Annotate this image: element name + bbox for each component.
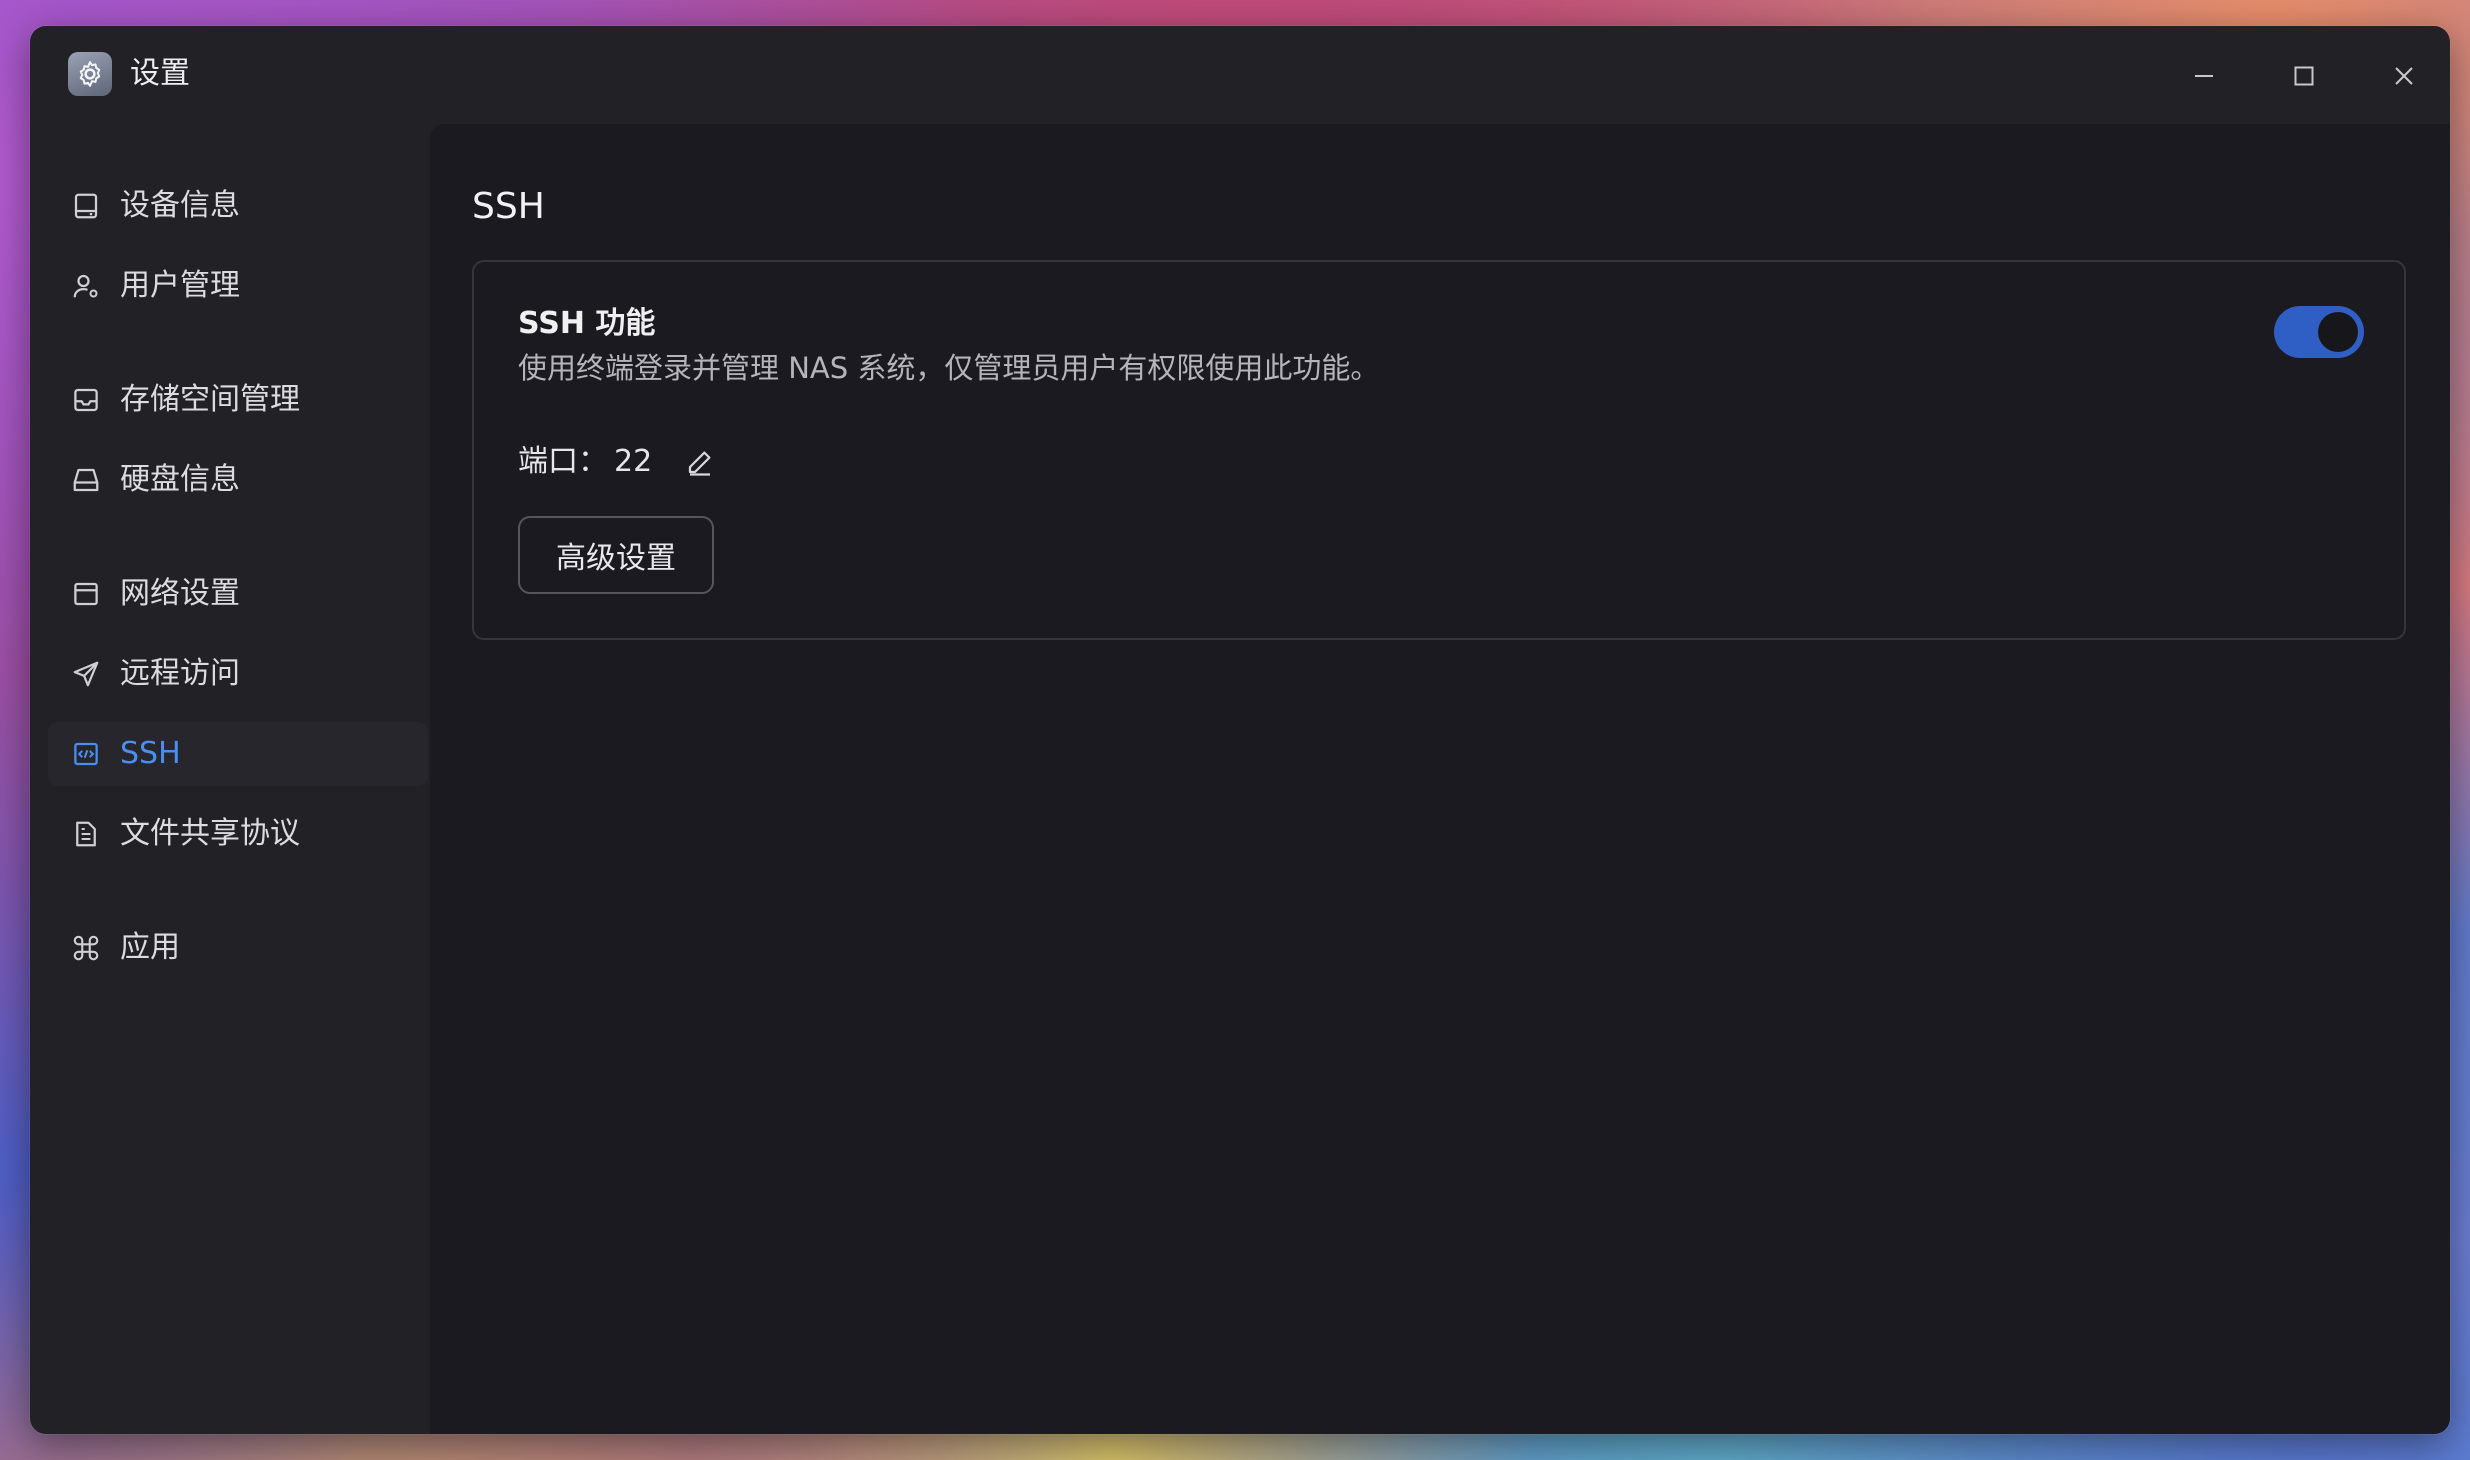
card-description: 使用终端登录并管理 NAS 系统，仅管理员用户有权限使用此功能。 xyxy=(518,351,1380,385)
sidebar-item-label: 远程访问 xyxy=(120,656,240,691)
sidebar-item-label: 网络设置 xyxy=(120,576,240,611)
title-bar: 设置 xyxy=(30,26,2450,124)
document-icon xyxy=(66,814,106,854)
sidebar-item-label: 设备信息 xyxy=(120,188,240,223)
window-icon xyxy=(66,574,106,614)
port-value: 22 xyxy=(614,444,653,479)
sidebar-item-device-info[interactable]: 设备信息 xyxy=(48,174,428,238)
card-title: SSH 功能 xyxy=(518,306,656,341)
port-row: 端口： 22 xyxy=(518,442,718,482)
close-button[interactable] xyxy=(2380,52,2428,100)
code-icon xyxy=(66,734,106,774)
drive-icon xyxy=(66,460,106,500)
ssh-toggle[interactable] xyxy=(2274,306,2364,358)
minimize-button[interactable] xyxy=(2180,52,2228,100)
main-content: SSH SSH 功能 使用终端登录并管理 NAS 系统，仅管理员用户有权限使用此… xyxy=(430,124,2450,1434)
edit-port-button[interactable] xyxy=(682,444,718,480)
gear-icon xyxy=(68,52,112,96)
command-icon xyxy=(66,928,106,968)
user-gear-icon xyxy=(66,266,106,306)
sidebar-item-network[interactable]: 网络设置 xyxy=(48,562,428,626)
ssh-settings-card: SSH 功能 使用终端登录并管理 NAS 系统，仅管理员用户有权限使用此功能。 … xyxy=(472,260,2406,640)
close-icon xyxy=(2395,67,2413,85)
sidebar-item-label: SSH xyxy=(120,736,181,771)
send-icon xyxy=(66,654,106,694)
settings-window: 设置 设备信息 用户管理 存储空间管理 硬盘信息 网络设置 远程访问 SSH 文… xyxy=(30,26,2450,1434)
sidebar-item-ssh[interactable]: SSH xyxy=(48,722,428,786)
pencil-icon xyxy=(689,451,711,476)
maximize-icon xyxy=(2294,66,2314,86)
sidebar-item-file-sharing[interactable]: 文件共享协议 xyxy=(48,802,428,866)
sidebar-item-disk-info[interactable]: 硬盘信息 xyxy=(48,448,428,512)
port-label: 端口： xyxy=(518,444,608,479)
sidebar-item-label: 硬盘信息 xyxy=(120,462,240,497)
minimize-icon xyxy=(2195,75,2213,77)
sidebar-item-label: 应用 xyxy=(120,930,180,965)
sidebar-item-apps[interactable]: 应用 xyxy=(48,916,428,980)
window-title: 设置 xyxy=(130,56,190,91)
sidebar-item-label: 存储空间管理 xyxy=(120,382,300,417)
sidebar-item-remote-access[interactable]: 远程访问 xyxy=(48,642,428,706)
toggle-knob xyxy=(2318,312,2358,352)
device-icon xyxy=(66,186,106,226)
maximize-button[interactable] xyxy=(2280,52,2328,100)
sidebar-item-label: 用户管理 xyxy=(120,268,240,303)
inbox-icon xyxy=(66,380,106,420)
sidebar-item-label: 文件共享协议 xyxy=(120,816,300,851)
advanced-settings-button[interactable]: 高级设置 xyxy=(518,516,714,594)
sidebar-item-storage[interactable]: 存储空间管理 xyxy=(48,368,428,432)
sidebar: 设备信息 用户管理 存储空间管理 硬盘信息 网络设置 远程访问 SSH 文件共享… xyxy=(30,124,430,1434)
page-title: SSH xyxy=(472,186,545,227)
sidebar-item-user-management[interactable]: 用户管理 xyxy=(48,254,428,318)
